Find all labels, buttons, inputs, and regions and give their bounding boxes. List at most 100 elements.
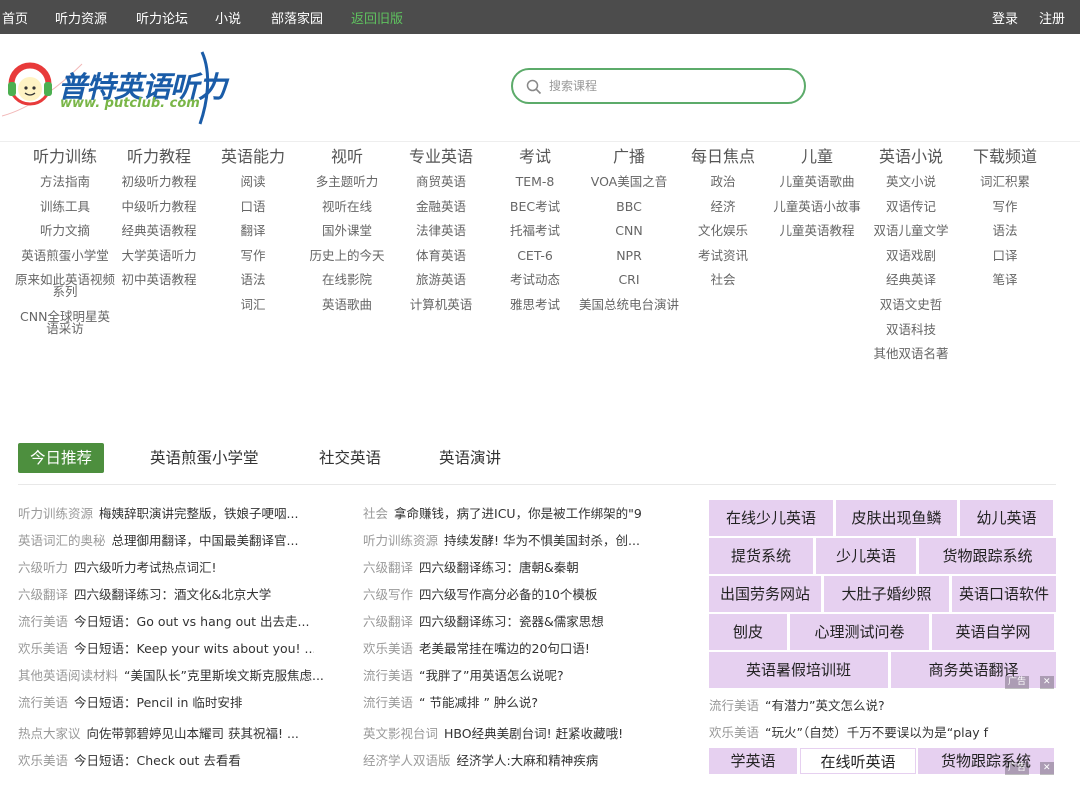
nav-item[interactable]: TEM-8 [483,175,587,201]
ad-link[interactable]: 商务英语翻译 [891,652,1056,688]
register-link[interactable]: 注册 [1039,8,1065,27]
news-title[interactable]: 今日短语：Go out vs hang out 出去走... [74,615,309,629]
news-category[interactable]: 欢乐美语 [18,753,68,768]
nav-column-heading[interactable]: 英语小说 [859,146,963,176]
nav-community-link[interactable]: 部落家园 [271,8,323,27]
nav-item[interactable]: 在线影院 [295,274,399,299]
nav-item[interactable]: 听力文摘 [13,225,117,250]
nav-item[interactable]: BBC [577,200,681,226]
nav-item[interactable]: NPR [577,249,681,275]
nav-item[interactable]: 口语 [201,200,305,226]
ad-link[interactable]: 皮肤出现鱼鳞 [836,500,957,536]
login-link[interactable]: 登录 [992,8,1018,27]
nav-column-heading[interactable]: 视听 [295,146,399,176]
nav-column-heading[interactable]: 专业英语 [389,146,493,176]
side-news-title[interactable]: “玩火”（自焚）千万不要误以为是“play f [765,725,988,740]
ad-link[interactable]: 提货系统 [709,538,813,574]
nav-listening-resources-link[interactable]: 听力资源 [55,8,107,27]
nav-old-version-link[interactable]: 返回旧版 [351,8,403,27]
tab-english-speech[interactable]: 英语演讲 [439,443,501,473]
nav-item[interactable]: 双语文史哲 [859,298,963,324]
news-title[interactable]: 持续发酵! 华为不惧美国封杀，创... [444,534,640,548]
news-category[interactable]: 英语词汇的奥秘 [18,533,106,548]
nav-item[interactable]: 金融英语 [389,200,493,226]
nav-item[interactable]: 语法 [201,274,305,299]
ad-link[interactable]: 英语口语软件 [952,576,1056,612]
news-title[interactable]: 四六级翻译练习：酒文化&北京大学 [74,588,271,602]
news-title[interactable]: “我胖了”用英语怎么说呢? [419,669,564,683]
ad-link[interactable]: 幼儿英语 [960,500,1053,536]
nav-item[interactable]: 儿童英语教程 [765,225,869,250]
news-title[interactable]: 四六级翻译练习：唐朝&秦朝 [419,561,579,575]
nav-item[interactable]: 社会 [671,274,775,299]
nav-item[interactable]: 多主题听力 [295,175,399,201]
news-category[interactable]: 流行美语 [18,695,68,710]
nav-item[interactable]: 口译 [953,249,1057,275]
nav-item[interactable]: 英语煎蛋小学堂 [13,249,117,275]
nav-item[interactable]: 笔译 [953,274,1057,299]
nav-item[interactable]: 托福考试 [483,225,587,250]
news-category[interactable]: 欢乐美语 [18,641,68,656]
news-category[interactable]: 流行美语 [18,614,68,629]
bottom-ad-close-icon[interactable]: ✕ [1040,762,1054,775]
nav-item[interactable]: VOA美国之音 [577,175,681,201]
tab-english-jiandan[interactable]: 英语煎蛋小学堂 [150,443,259,473]
nav-column-heading[interactable]: 英语能力 [201,146,305,176]
nav-item[interactable]: CNN [577,225,681,250]
news-category[interactable]: 流行美语 [363,668,413,683]
nav-item[interactable]: CET-6 [483,249,587,275]
nav-item[interactable]: 英文小说 [859,175,963,201]
nav-item[interactable]: 儿童英语小故事 [765,200,869,226]
nav-item[interactable]: 美国总统电台演讲 [577,298,681,336]
news-category[interactable]: 社会 [363,506,388,521]
nav-item[interactable]: 初中英语教程 [107,274,211,299]
nav-item[interactable]: 儿童英语歌曲 [765,175,869,201]
bottom-ad-cargo-tracking[interactable]: 货物跟踪系统 [918,748,1054,774]
nav-item[interactable]: 经典英语教程 [107,225,211,250]
nav-item[interactable]: CRI [577,274,681,299]
nav-item[interactable]: 体育英语 [389,249,493,275]
news-category[interactable]: 流行美语 [363,695,413,710]
nav-item[interactable]: 法律英语 [389,225,493,250]
site-logo[interactable]: 普特英语听力 www. putclub. com [1,44,252,126]
search-icon[interactable] [526,79,542,95]
ad-link[interactable]: 英语暑假培训班 [709,652,888,688]
nav-column-heading[interactable]: 广播 [577,146,681,176]
news-category[interactable]: 热点大家议 [18,726,81,741]
news-category[interactable]: 其他英语阅读材料 [18,668,118,683]
bottom-ad-online-listening[interactable]: 在线听英语 [800,748,916,774]
news-title[interactable]: 今日短语：Keep your wits about you! ... [74,642,314,656]
nav-home-link[interactable]: 首页 [2,8,28,27]
nav-item[interactable]: 历史上的今天 [295,249,399,275]
side-news-title[interactable]: “有潜力”英文怎么说? [765,698,885,713]
news-category[interactable]: 欢乐美语 [363,641,413,656]
nav-column-heading[interactable]: 下载频道 [953,146,1057,176]
news-title[interactable]: “美国队长”克里斯埃文斯克服焦虑... [124,669,324,683]
nav-item[interactable]: 中级听力教程 [107,200,211,226]
news-category[interactable]: 英文影视台词 [363,726,438,741]
news-title[interactable]: 经济学人:大麻和精神疾病 [457,754,599,768]
nav-item[interactable]: 训练工具 [13,200,117,226]
news-title[interactable]: 拿命赚钱，病了进ICU，你是被工作绑架的"9 [394,507,642,521]
news-category[interactable]: 经济学人双语版 [363,753,451,768]
nav-item[interactable]: 旅游英语 [389,274,493,299]
nav-item[interactable]: 方法指南 [13,175,117,201]
nav-column-heading[interactable]: 每日焦点 [671,146,775,176]
nav-item[interactable]: 计算机英语 [389,298,493,324]
nav-item[interactable]: 视听在线 [295,200,399,226]
news-title[interactable]: “ 节能减排 ” 肿么说? [419,696,538,710]
news-title[interactable]: 四六级听力考试热点词汇! [74,561,217,575]
tab-today-recommend[interactable]: 今日推荐 [18,443,105,473]
ad-link[interactable]: 英语自学网 [932,614,1054,650]
nav-item[interactable]: 考试动态 [483,274,587,299]
news-title[interactable]: 四六级写作高分必备的10个模板 [419,588,597,602]
nav-item[interactable]: 双语戏剧 [859,249,963,275]
nav-column-heading[interactable]: 听力训练 [13,146,117,176]
news-category[interactable]: 六级翻译 [18,587,68,602]
ad-link[interactable]: 心理测试问卷 [790,614,929,650]
ad-link[interactable]: 少儿英语 [816,538,916,574]
news-category[interactable]: 六级翻译 [363,614,413,629]
nav-column-heading[interactable]: 考试 [483,146,587,176]
ad-link[interactable]: 出国劳务网站 [709,576,821,612]
nav-item[interactable]: 写作 [953,200,1057,226]
